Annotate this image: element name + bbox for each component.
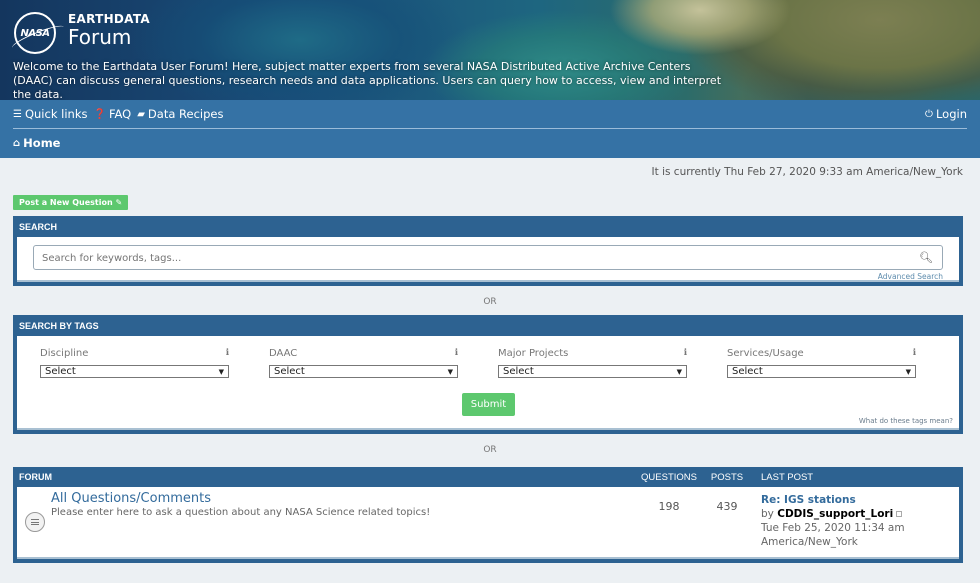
info-icon[interactable]: ℹ: [913, 348, 916, 365]
nasa-logo[interactable]: NASA: [14, 12, 56, 54]
forum-read-icon: [25, 512, 45, 532]
tag-major-projects: Major Projects ℹ Select ▼: [498, 348, 687, 378]
dropdown-arrow-icon: ▼: [218, 367, 224, 376]
current-time: It is currently Thu Feb 27, 2020 9:33 am…: [651, 166, 963, 178]
tag-label: Services/Usage: [727, 348, 804, 359]
questions-count: 198: [658, 500, 680, 513]
dropdown-arrow-icon: ▼: [905, 367, 911, 376]
last-post-title-link[interactable]: Re: IGS stations: [761, 493, 959, 507]
search-panel: SEARCH 🔍︎ Advanced Search: [13, 216, 963, 286]
info-icon[interactable]: ℹ: [455, 348, 458, 365]
post-new-question-button[interactable]: Post a New Question ✎: [13, 195, 129, 210]
faq-label: FAQ: [108, 107, 132, 121]
dropdown-arrow-icon: ▼: [447, 367, 453, 376]
view-latest-post-icon[interactable]: [896, 511, 903, 517]
last-post-user-link[interactable]: CDDIS_support_Lori: [777, 508, 893, 520]
tag-label: Discipline: [40, 348, 89, 359]
welcome-text: Welcome to the Earthdata User Forum! Her…: [13, 60, 722, 100]
tags-meaning-link[interactable]: What do these tags mean?: [859, 417, 953, 425]
login-link[interactable]: ⏻ Login: [925, 107, 967, 121]
home-icon: ⌂: [13, 137, 21, 149]
faq-link[interactable]: ❓ FAQ: [93, 107, 131, 121]
last-post-by: by: [761, 508, 774, 520]
tag-discipline: Discipline ℹ Select ▼: [40, 348, 229, 378]
submit-button[interactable]: Submit: [462, 393, 515, 416]
tag-services-usage: Services/Usage ℹ Select ▼: [727, 348, 916, 378]
post-button-label: Post a New Question: [19, 198, 113, 207]
search-box: 🔍︎: [33, 245, 943, 270]
book-icon: ▰: [137, 108, 145, 120]
tag-daac: DAAC ℹ Select ▼: [269, 348, 458, 378]
tags-heading: SEARCH BY TAGS: [19, 321, 99, 331]
header-banner: NASA EARTHDATA Forum Welcome to the Eart…: [0, 0, 980, 100]
quick-links-label: Quick links: [24, 107, 88, 121]
select-value: Select: [503, 366, 534, 377]
info-icon[interactable]: ℹ: [226, 348, 229, 365]
services-usage-select[interactable]: Select ▼: [727, 365, 916, 378]
question-circle-icon: ❓: [93, 108, 106, 120]
tag-label: DAAC: [269, 348, 298, 359]
search-input[interactable]: [34, 247, 942, 270]
last-post-col-header: LAST POST: [761, 471, 814, 483]
pencil-icon: ✎: [115, 198, 123, 207]
select-value: Select: [274, 366, 305, 377]
navbar: ☰ Quick links ❓ FAQ ▰ Data Recipes ⏻ Log…: [0, 100, 980, 158]
login-label: Login: [935, 107, 967, 121]
search-icon[interactable]: 🔍︎: [919, 251, 933, 264]
brand-forum[interactable]: Forum: [68, 25, 131, 49]
advanced-search-link[interactable]: Advanced Search: [33, 272, 943, 281]
forum-description: Please enter here to ask a question abou…: [51, 507, 431, 518]
or-divider: OR: [483, 445, 497, 455]
quick-links-menu[interactable]: ☰ Quick links: [13, 107, 87, 121]
brand-earthdata: EARTHDATA: [68, 12, 150, 26]
discipline-select[interactable]: Select ▼: [40, 365, 229, 378]
last-post-timezone: America/New_York: [761, 536, 858, 548]
select-value: Select: [732, 366, 763, 377]
major-projects-select[interactable]: Select ▼: [498, 365, 687, 378]
posts-col-header: POSTS: [710, 471, 744, 483]
data-recipes-link[interactable]: ▰ Data Recipes: [137, 107, 223, 121]
or-divider: OR: [483, 297, 497, 307]
forum-col-header: FORUM: [19, 472, 52, 482]
questions-col-header: QUESTIONS: [641, 471, 697, 483]
info-icon[interactable]: ℹ: [684, 348, 687, 365]
tag-label: Major Projects: [498, 348, 569, 359]
breadcrumb: ⌂ Home: [13, 129, 967, 157]
forum-row: All Questions/Comments Please enter here…: [17, 487, 959, 557]
select-value: Select: [45, 366, 76, 377]
breadcrumb-home[interactable]: Home: [23, 136, 60, 150]
posts-count: 439: [716, 500, 738, 513]
tags-panel: SEARCH BY TAGS Discipline ℹ Select ▼ DAAC ℹ…: [13, 315, 963, 434]
last-post: Re: IGS stations by CDDIS_support_Lori T…: [751, 487, 959, 557]
forum-header: FORUM QUESTIONS POSTS LAST POST: [17, 467, 959, 487]
forum-title-link[interactable]: All Questions/Comments: [51, 491, 635, 506]
search-heading: SEARCH: [19, 222, 58, 232]
data-recipes-label: Data Recipes: [147, 107, 224, 121]
hamburger-icon: ☰: [13, 108, 22, 120]
power-icon: ⏻: [925, 108, 933, 120]
last-post-date: Tue Feb 25, 2020 11:34 am: [761, 522, 905, 534]
daac-select[interactable]: Select ▼: [269, 365, 458, 378]
dropdown-arrow-icon: ▼: [676, 367, 682, 376]
forum-panel: FORUM QUESTIONS POSTS LAST POST All Ques…: [13, 467, 963, 563]
logo-text: NASA: [20, 27, 50, 39]
